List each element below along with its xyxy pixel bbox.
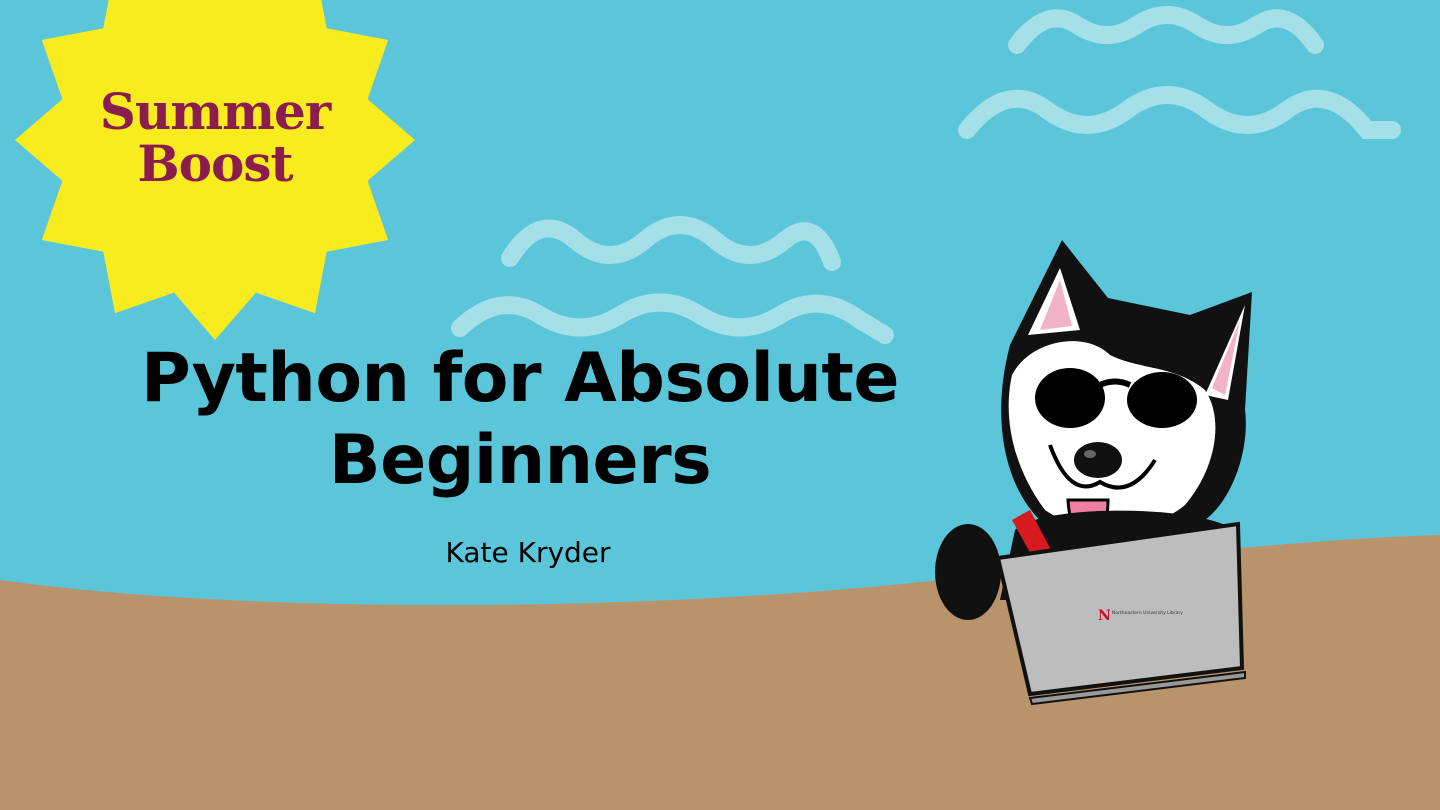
badge-line-1: Summer: [99, 82, 331, 141]
laptop-icon: N Northeastern University Library: [995, 521, 1246, 706]
summer-boost-badge: Summer Boost: [50, 86, 380, 190]
title-line-1: Python for Absolute: [141, 339, 900, 418]
author-name: Kate Kryder: [445, 536, 611, 569]
title-line-2: Beginners: [328, 421, 712, 500]
slide-title: Python for Absolute Beginners: [60, 338, 980, 502]
laptop-logo-mark: N: [1098, 608, 1111, 624]
badge-line-2: Boost: [137, 134, 293, 193]
laptop-logo-text: Northeastern University Library: [1112, 610, 1183, 616]
title-slide: N Northeastern University Library Summer…: [0, 0, 1440, 810]
